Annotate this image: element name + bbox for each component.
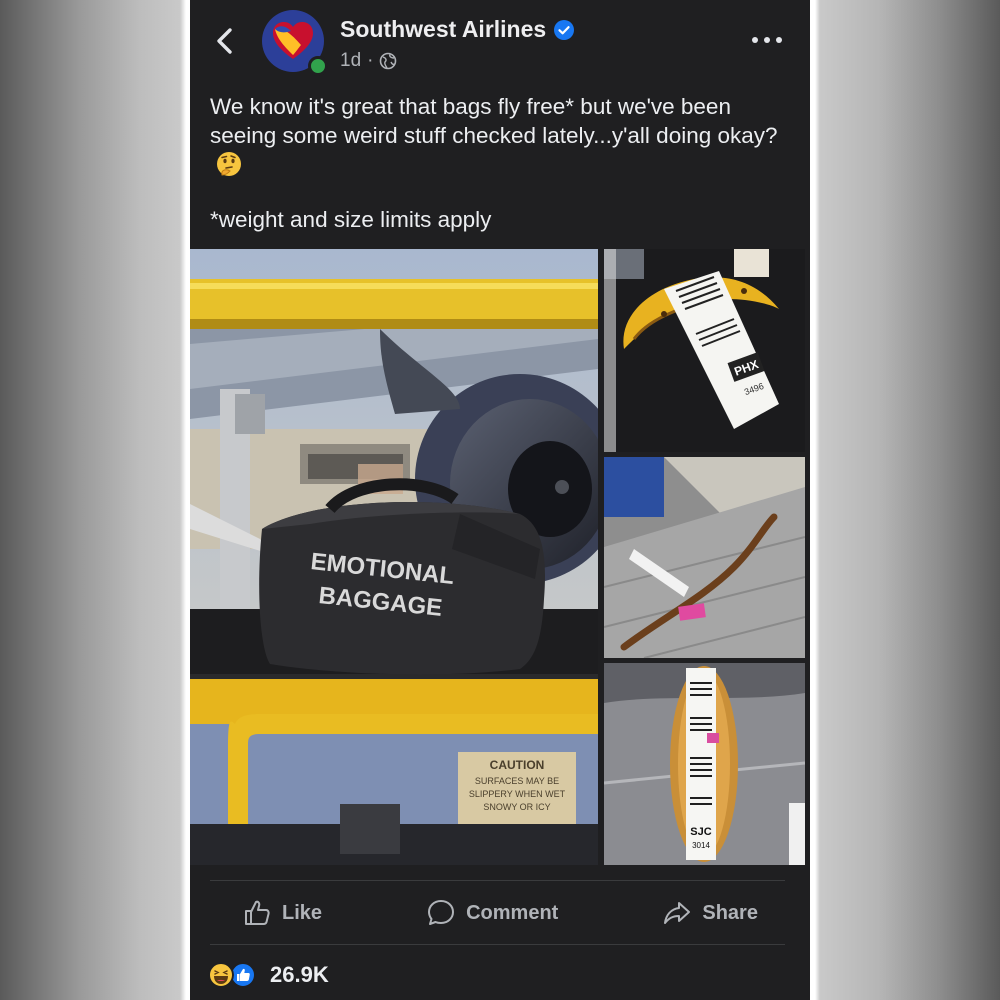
meta-separator: · <box>367 50 374 71</box>
like-label: Like <box>282 901 323 924</box>
photo-emotional-baggage[interactable]: EMOTIONAL BAGGAGE CAUTION SURFACES MAY B… <box>190 249 598 865</box>
divider-top <box>210 880 785 881</box>
like-button[interactable]: Like <box>242 898 322 928</box>
comment-button[interactable]: Comment <box>426 898 558 928</box>
post-time[interactable]: 1d <box>340 50 361 72</box>
post-note: *weight and size limits apply <box>210 207 492 232</box>
reaction-summary[interactable]: 26.9K <box>208 960 329 990</box>
verified-badge-icon <box>554 20 574 40</box>
caution-line2: SLIPPERY WHEN WET <box>469 789 566 799</box>
more-icon-dot <box>776 37 782 43</box>
photo-stick-tag[interactable] <box>604 457 805 658</box>
more-options-button[interactable] <box>752 28 782 52</box>
divider-bottom <box>210 944 785 945</box>
more-icon-dot <box>764 37 770 43</box>
reaction-icons <box>208 960 262 990</box>
caution-title: CAUTION <box>490 758 545 772</box>
caution-line1: SURFACES MAY BE <box>475 776 559 786</box>
southwest-heart-logo <box>273 22 313 59</box>
bread-tag-number: 3014 <box>692 841 710 850</box>
back-button[interactable] <box>212 26 238 56</box>
caution-line3: SNOWY OR ICY <box>483 802 550 812</box>
haha-reaction-icon <box>208 962 234 988</box>
photo-banana-tag[interactable]: PHX 3496 <box>604 249 805 452</box>
online-status-dot <box>308 56 328 76</box>
thumbs-up-icon <box>245 900 270 925</box>
post-text: We know it's great that bags fly free* b… <box>210 94 778 148</box>
thinking-face-emoji-icon <box>217 152 241 176</box>
post-card: Southwest Airlines 1d · We know it's gre… <box>190 0 810 1000</box>
action-bar: Like Comment Share <box>190 885 810 941</box>
bread-tag-code: SJC <box>690 826 711 838</box>
share-label: Share <box>702 901 758 924</box>
chevron-left-icon <box>217 28 232 54</box>
comment-bubble-icon <box>428 900 455 925</box>
share-arrow-icon <box>664 902 691 924</box>
page-name[interactable]: Southwest Airlines <box>340 16 546 43</box>
post-meta: 1d · <box>340 50 397 72</box>
reaction-count: 26.9K <box>270 962 329 987</box>
post-message: We know it's great that bags fly free* b… <box>210 92 795 179</box>
more-icon-dot <box>752 37 758 43</box>
share-button[interactable]: Share <box>662 898 758 928</box>
photo-bread-tag[interactable]: SJC 3014 <box>604 663 805 865</box>
comment-label: Comment <box>466 901 559 924</box>
globe-icon <box>380 52 397 70</box>
